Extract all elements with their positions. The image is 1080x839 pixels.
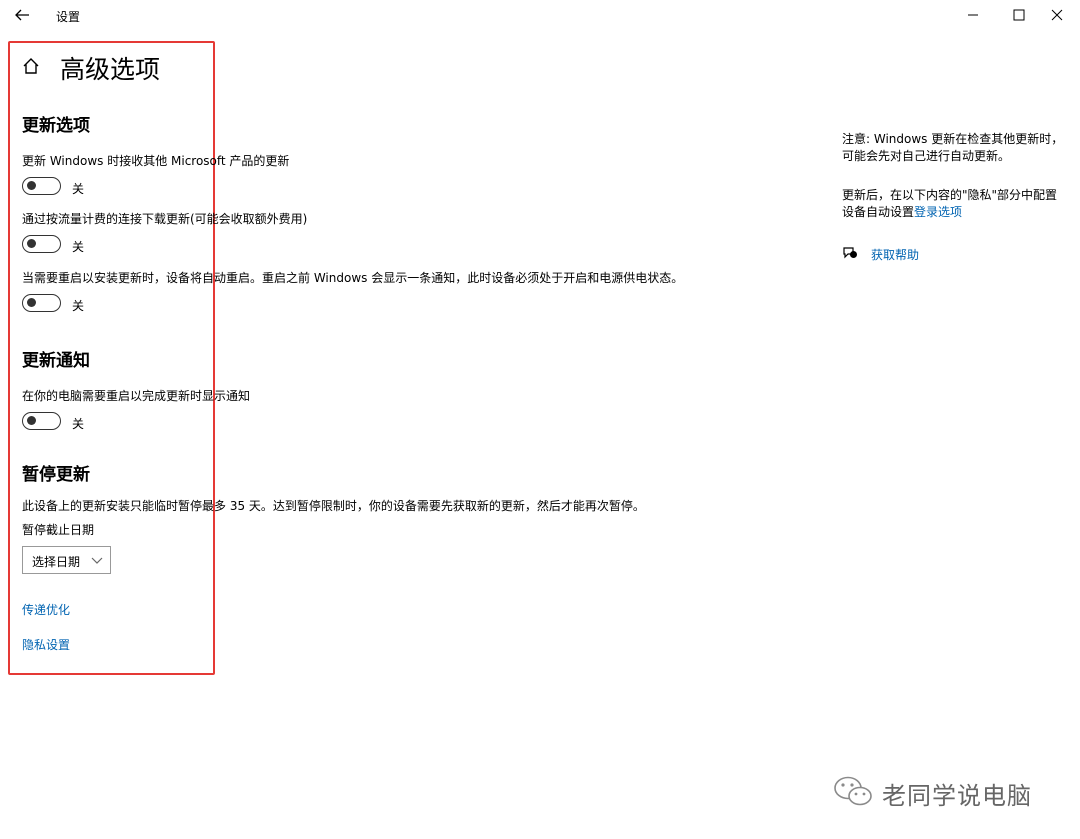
privacy-settings-link[interactable]: 隐私设置 bbox=[22, 636, 70, 653]
toggle-auto-restart[interactable] bbox=[22, 294, 61, 312]
setting-desc-metered-connection: 通过按流量计费的连接下载更新(可能会收取额外费用) bbox=[22, 212, 308, 226]
side-privacy-note: 更新后，在以下内容的"隐私"部分中配置设备自动设置登录选项 bbox=[842, 187, 1067, 221]
toggle-knob bbox=[27, 298, 36, 307]
section-title-update-notify: 更新通知 bbox=[22, 351, 90, 371]
section-title-update-options: 更新选项 bbox=[22, 116, 90, 136]
toggle-metered-connection[interactable] bbox=[22, 235, 61, 253]
page-title: 高级选项 bbox=[60, 55, 161, 84]
side-note: 注意: Windows 更新在检查其他更新时，可能会先对自己进行自动更新。 bbox=[842, 132, 1064, 163]
maximize-icon[interactable] bbox=[1009, 5, 1029, 25]
home-icon[interactable] bbox=[21, 56, 41, 76]
toggle-state-label: 关 bbox=[72, 240, 85, 254]
window-title: 设置 bbox=[56, 10, 81, 24]
section-title-pause-updates: 暂停更新 bbox=[22, 465, 90, 485]
minimize-icon[interactable] bbox=[963, 5, 983, 25]
sign-in-options-link[interactable]: 登录选项 bbox=[914, 205, 962, 219]
toggle-restart-notification[interactable] bbox=[22, 412, 61, 430]
toggle-knob bbox=[27, 239, 36, 248]
setting-desc-restart-notification: 在你的电脑需要重启以完成更新时显示通知 bbox=[22, 389, 251, 403]
toggle-state-label: 关 bbox=[72, 299, 85, 313]
pause-date-select-value: 选择日期 bbox=[32, 555, 81, 569]
pause-date-label: 暂停截止日期 bbox=[22, 523, 95, 537]
delivery-optimization-link[interactable]: 传递优化 bbox=[22, 601, 70, 618]
toggle-other-products[interactable] bbox=[22, 177, 61, 195]
toggle-knob bbox=[27, 181, 36, 190]
pause-updates-desc: 此设备上的更新安装只能临时暂停最多 35 天。达到暂停限制时，你的设备需要先获取… bbox=[22, 499, 645, 513]
toggle-state-label: 关 bbox=[72, 417, 85, 431]
watermark-text: 老同学说电脑 bbox=[882, 782, 1032, 810]
wechat-logo-icon bbox=[834, 776, 872, 806]
toggle-knob bbox=[27, 416, 36, 425]
chevron-down-icon bbox=[91, 557, 103, 564]
arrow-left-icon[interactable] bbox=[12, 6, 32, 24]
get-help-link[interactable]: 获取帮助 bbox=[871, 246, 919, 263]
chat-help-icon bbox=[843, 247, 857, 259]
close-icon[interactable] bbox=[1047, 5, 1067, 25]
pause-date-select[interactable]: 选择日期 bbox=[22, 546, 111, 574]
toggle-state-label: 关 bbox=[72, 182, 85, 196]
setting-desc-other-products: 更新 Windows 时接收其他 Microsoft 产品的更新 bbox=[22, 154, 290, 168]
title-bar: 设置 bbox=[0, 0, 1080, 30]
setting-desc-auto-restart: 当需要重启以安装更新时，设备将自动重启。重启之前 Windows 会显示一条通知… bbox=[22, 271, 684, 285]
